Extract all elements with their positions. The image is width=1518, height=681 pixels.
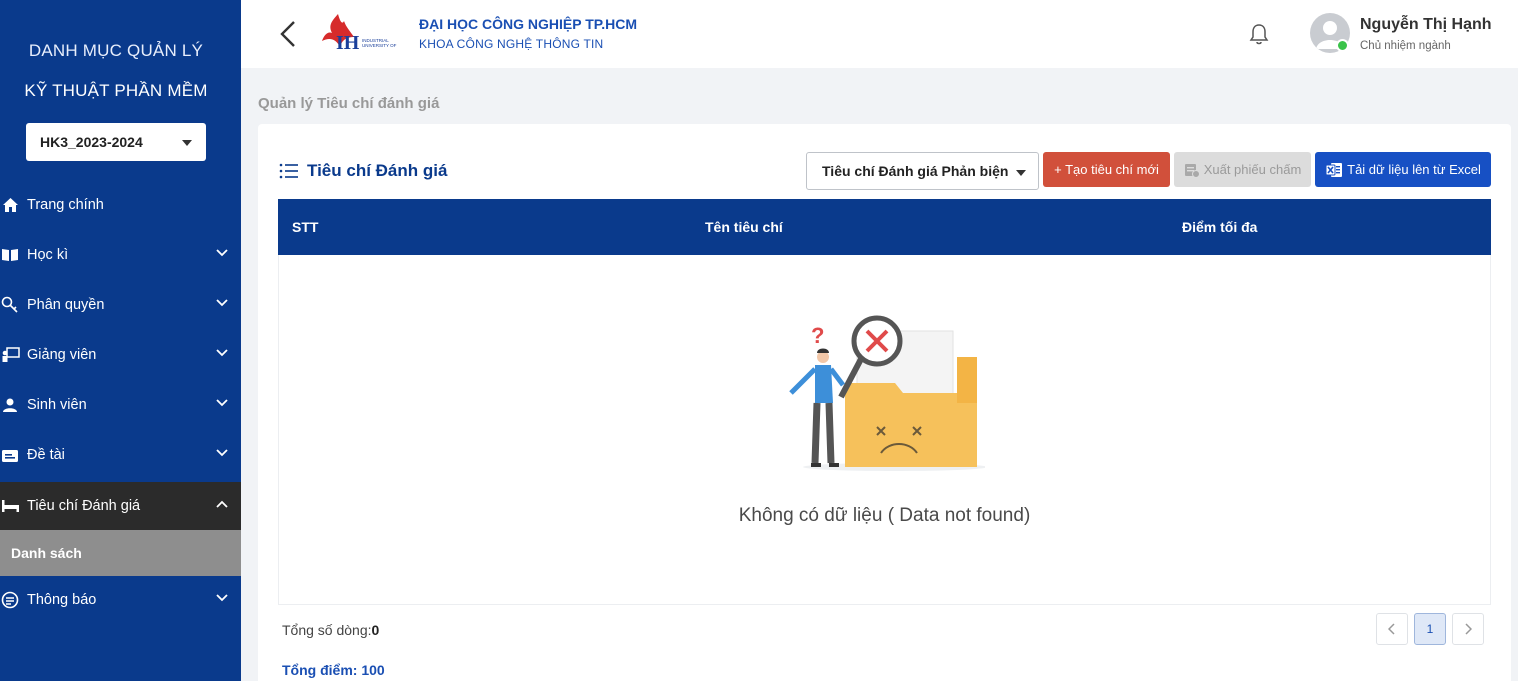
brand-name: ĐẠI HỌC CÔNG NGHIỆP TP.HCM	[419, 16, 638, 32]
empty-state-text: Không có dữ liệu ( Data not found)	[738, 505, 1031, 526]
column-header-stt: STT	[292, 219, 319, 235]
sidebar: DANH MỤC QUẢN LÝ KỸ THUẬT PHẦN MỀM HK3_2…	[0, 0, 241, 681]
total-score: Tổng điểm: 100	[282, 662, 385, 678]
bell-icon[interactable]	[1249, 23, 1269, 45]
breadcrumb: Quản lý Tiêu chí đánh giá	[258, 95, 440, 112]
sidebar-item-semester[interactable]: Học kì	[0, 231, 241, 279]
chevron-down-icon	[216, 449, 228, 457]
card-title: Tiêu chí Đánh giá	[279, 161, 447, 181]
chevron-down-icon	[216, 594, 228, 602]
teacher-icon	[0, 345, 20, 365]
caret-down-icon	[1016, 170, 1026, 176]
online-status-dot	[1336, 39, 1349, 52]
sidebar-subitem-list[interactable]: Danh sách	[0, 530, 241, 576]
chevron-down-icon	[216, 349, 228, 357]
message-icon	[0, 590, 20, 610]
upload-excel-button[interactable]: Tải dữ liệu lên từ Excel	[1315, 152, 1491, 187]
bed-icon	[0, 496, 20, 516]
column-header-name: Tên tiêu chí	[705, 219, 783, 235]
list-icon	[279, 163, 298, 179]
sidebar-item-label: Sinh viên	[27, 397, 87, 413]
svg-text:IH: IH	[336, 32, 360, 54]
export-scoresheet-button[interactable]: Xuất phiếu chấm	[1174, 152, 1311, 187]
criteria-card: Tiêu chí Đánh giá Tiêu chí Đánh giá Phản…	[258, 124, 1511, 681]
sidebar-item-topics[interactable]: Đề tài	[0, 431, 241, 479]
export-icon	[1184, 163, 1200, 178]
sidebar-subtitle: KỸ THUẬT PHẦN MỀM	[24, 81, 208, 100]
pagination-prev-button[interactable]	[1376, 613, 1408, 645]
sidebar-item-label: Tiêu chí Đánh giá	[27, 498, 141, 514]
excel-icon	[1325, 162, 1343, 177]
total-rows: Tổng số dòng:0	[282, 622, 379, 638]
pagination-page-1[interactable]: 1	[1414, 613, 1446, 645]
chevron-up-icon	[216, 500, 228, 508]
book-icon	[0, 245, 20, 265]
chevron-down-icon	[216, 249, 228, 257]
sidebar-item-label: Thông báo	[27, 592, 97, 608]
top-header: IH INDUSTRIAL UNIVERSITY OF ĐẠI HỌC CÔNG…	[241, 0, 1518, 68]
criteria-type-select[interactable]: Tiêu chí Đánh giá Phản biện	[806, 152, 1039, 190]
column-header-max-score: Điểm tối đa	[1182, 219, 1258, 235]
back-arrow-icon[interactable]	[279, 20, 297, 48]
student-icon	[0, 395, 20, 415]
sidebar-item-notifications[interactable]: Thông báo	[0, 576, 241, 624]
sidebar-item-label: Phân quyền	[27, 297, 105, 313]
sidebar-item-students[interactable]: Sinh viên	[0, 381, 241, 429]
chevron-left-icon	[1388, 623, 1395, 635]
sidebar-item-label: Giảng viên	[27, 347, 97, 363]
sidebar-item-lecturers[interactable]: Giảng viên	[0, 331, 241, 379]
export-scoresheet-label: Xuất phiếu chấm	[1203, 162, 1302, 177]
chevron-down-icon	[216, 299, 228, 307]
create-criterion-button[interactable]: + Tạo tiêu chí mới	[1043, 152, 1170, 187]
card-title-text: Tiêu chí Đánh giá	[307, 161, 448, 180]
upload-excel-label: Tải dữ liệu lên từ Excel	[1347, 162, 1481, 177]
home-icon	[0, 195, 20, 215]
sidebar-item-label: Học kì	[27, 247, 69, 263]
create-criterion-label: + Tạo tiêu chí mới	[1054, 162, 1159, 177]
chevron-down-icon	[216, 399, 228, 407]
sidebar-title: DANH MỤC QUẢN LÝ	[28, 41, 204, 60]
user-name: Nguyễn Thị Hạnh	[1360, 16, 1492, 33]
total-rows-value: 0	[371, 622, 380, 638]
empty-folder-illustration: ?	[789, 315, 985, 471]
key-icon	[0, 295, 20, 315]
sidebar-item-criteria[interactable]: Tiêu chí Đánh giá	[0, 482, 241, 530]
semester-value: HK3_2023-2024	[40, 134, 143, 150]
criteria-type-value: Tiêu chí Đánh giá Phản biện	[822, 163, 1009, 179]
university-logo: IH INDUSTRIAL UNIVERSITY OF	[322, 14, 418, 54]
sidebar-item-label: Đề tài	[27, 447, 65, 463]
sidebar-item-permissions[interactable]: Phân quyền	[0, 281, 241, 329]
faculty-name: KHOA CÔNG NGHỆ THÔNG TIN	[419, 37, 604, 51]
pagination-next-button[interactable]	[1452, 613, 1484, 645]
table-header: STT Tên tiêu chí Điểm tối đa	[278, 199, 1491, 255]
total-rows-label: Tổng số dòng:	[282, 622, 372, 638]
semester-select[interactable]: HK3_2023-2024	[26, 123, 206, 161]
svg-text:?: ?	[811, 323, 824, 348]
sidebar-item-home[interactable]: Trang chính	[0, 181, 241, 229]
caret-down-icon	[182, 140, 192, 146]
user-role: Chủ nhiệm ngành	[1360, 40, 1451, 52]
table-body: ? Không có dữ liệu ( Data not found)	[278, 255, 1491, 605]
topic-icon	[0, 445, 20, 465]
chevron-right-icon	[1465, 623, 1472, 635]
svg-text:UNIVERSITY OF: UNIVERSITY OF	[362, 43, 397, 48]
sidebar-item-label: Trang chính	[27, 197, 104, 213]
